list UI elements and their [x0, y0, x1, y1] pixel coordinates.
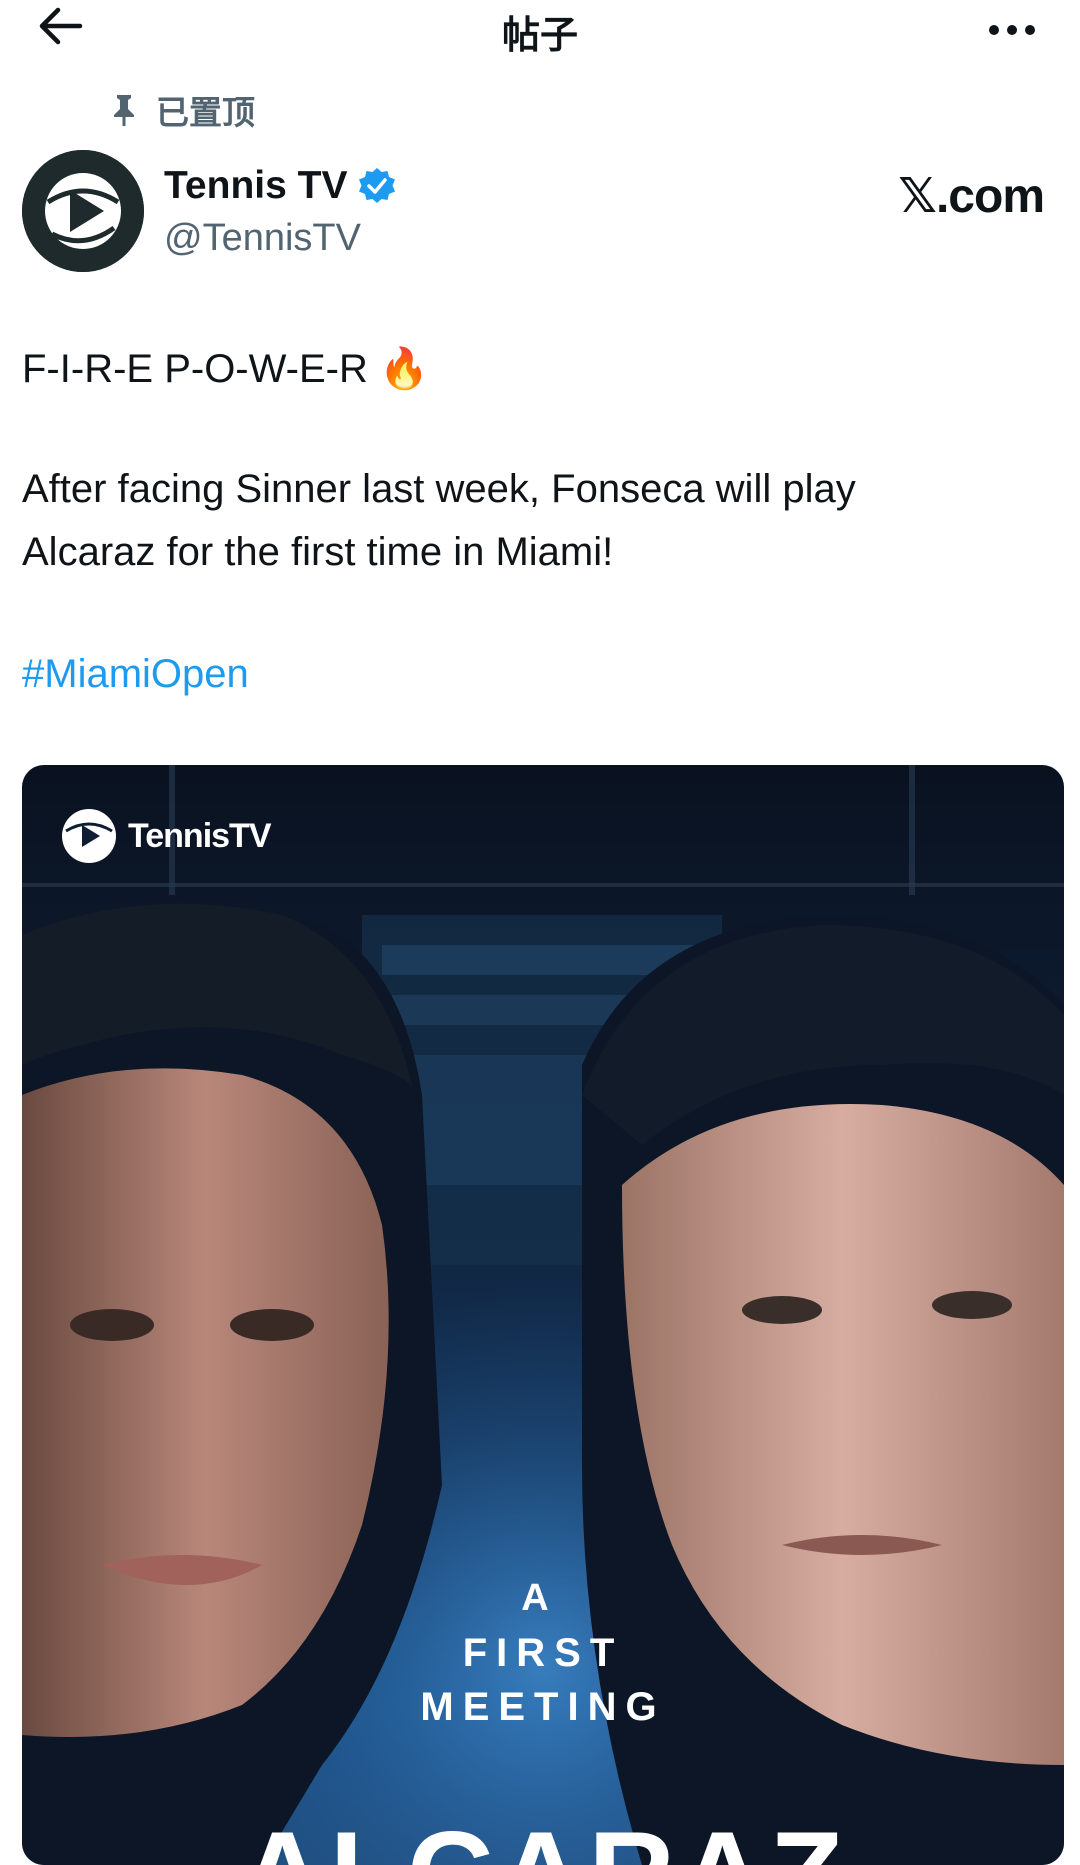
pinned-label: 已置顶 — [156, 94, 255, 131]
media-logo-text: TennisTV — [128, 816, 271, 855]
tennis-tv-logo-icon — [62, 809, 116, 863]
more-options-button[interactable] — [982, 6, 1042, 50]
author-name-text: Tennis TV — [164, 164, 348, 207]
page-title: 帖子 — [501, 15, 578, 57]
overlay-text-a: A — [521, 1577, 555, 1619]
more-horizontal-icon — [989, 25, 1035, 35]
hashtag-link[interactable]: #MiamiOpen — [22, 652, 249, 697]
top-bar: 帖子 — [0, 0, 1080, 60]
pin-icon — [110, 93, 138, 127]
verified-badge-icon — [357, 166, 397, 206]
overlay-player-name: ALCARAZ — [22, 1805, 1064, 1865]
overlay-text-first: FIRST — [462, 1631, 624, 1675]
x-watermark: 𝕏.com — [898, 170, 1045, 223]
media-tennis-tv-logo: TennisTV — [60, 807, 271, 865]
post-text-line-3: Alcaraz for the first time in Miami! — [22, 530, 614, 574]
overlay-text-meeting: MEETING — [420, 1685, 666, 1729]
tennis-tv-logo-icon — [22, 150, 144, 272]
author-name[interactable]: Tennis TV — [164, 164, 397, 208]
post-text-line-2: After facing Sinner last week, Fonseca w… — [22, 467, 856, 511]
avatar[interactable] — [22, 150, 144, 272]
author-handle[interactable]: @TennisTV — [164, 217, 361, 260]
post-text-line-1: F-I-R-E P-O-W-E-R 🔥 — [22, 347, 429, 391]
pinned-indicator: 已置顶 — [110, 90, 255, 131]
post-media-image[interactable]: TennisTV A FIRST MEETING ALCARAZ — [22, 765, 1064, 1865]
